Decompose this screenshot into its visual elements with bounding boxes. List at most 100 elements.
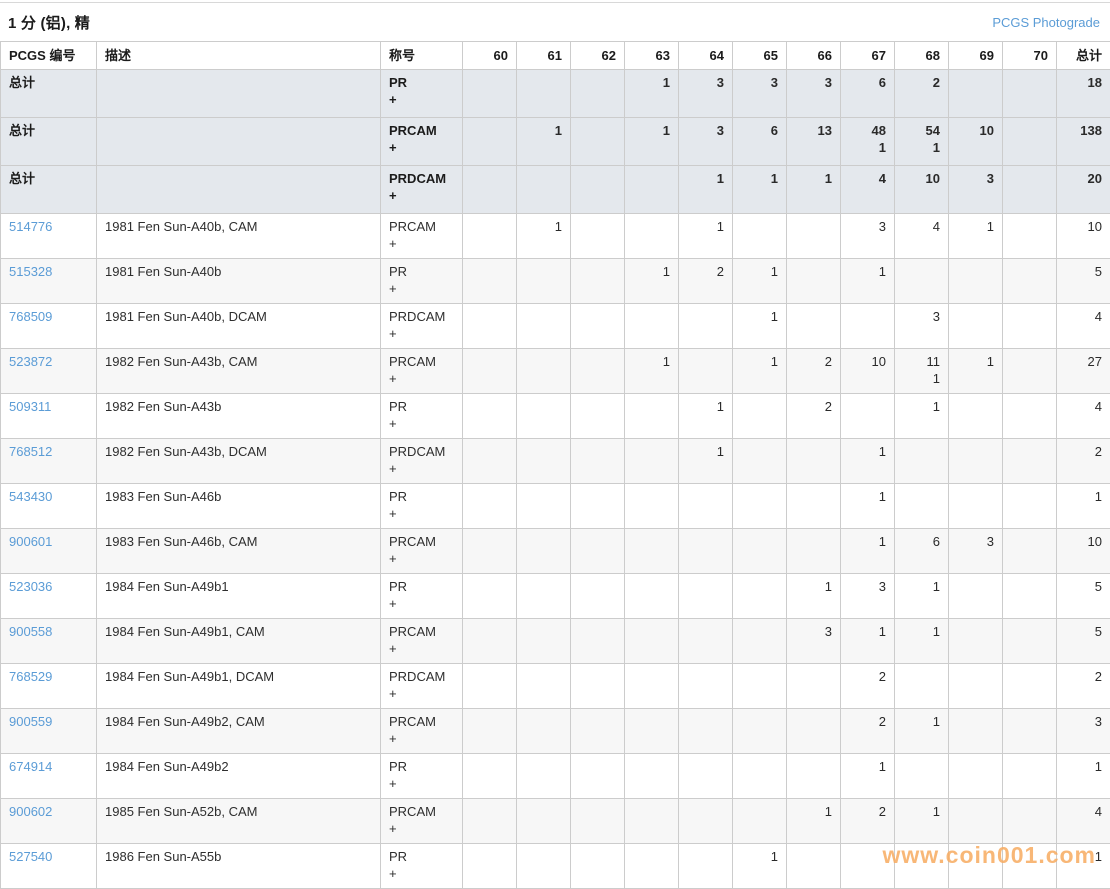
- pcgs-number-link[interactable]: 768512: [9, 444, 52, 459]
- grade-66-cell: [787, 484, 841, 529]
- grade-66-cell: [787, 214, 841, 259]
- grade-67-cell: 4: [841, 166, 895, 214]
- grade-63-cell: [625, 664, 679, 709]
- pcgs-photograde-link[interactable]: PCGS Photograde: [992, 15, 1100, 30]
- grade-count: 1: [741, 263, 778, 280]
- pcgs-number-link[interactable]: 900558: [9, 624, 52, 639]
- grade-count: 1: [525, 122, 562, 139]
- grade-62-cell: [571, 484, 625, 529]
- header-pcgs-number: PCGS 编号: [1, 42, 97, 70]
- grade-62-cell: [571, 529, 625, 574]
- grade-64-cell: 1: [679, 439, 733, 484]
- grade-68-cell: 541: [895, 118, 949, 166]
- grade-count: 3: [957, 533, 994, 550]
- grade-count: 1: [687, 218, 724, 235]
- grade-65-cell: 1: [733, 259, 787, 304]
- coin-row: 5147761981 Fen Sun-A40b, CAMPRCAM+113411…: [1, 214, 1110, 259]
- grade-count: 1: [849, 263, 886, 280]
- grade-65-cell: [733, 394, 787, 439]
- grade-64-cell: [679, 619, 733, 664]
- grade-60-cell: [463, 439, 517, 484]
- total-cell: 10: [1057, 529, 1110, 574]
- header-grade-62: 62: [571, 42, 625, 70]
- grade-count: 2: [795, 398, 832, 415]
- grade-68-cell: [895, 439, 949, 484]
- pcgs-number-cell: 515328: [1, 259, 97, 304]
- coin-row: 5434301983 Fen Sun-A46bPR+11: [1, 484, 1110, 529]
- header-grade-63: 63: [625, 42, 679, 70]
- coin-row: 6749141984 Fen Sun-A49b2PR+11: [1, 754, 1110, 799]
- coin-row: 9006021985 Fen Sun-A52b, CAMPRCAM+1214: [1, 799, 1110, 844]
- pcgs-number-link[interactable]: 900602: [9, 804, 52, 819]
- grade-68-cell: [895, 664, 949, 709]
- total-cell: 2: [1057, 664, 1110, 709]
- pcgs-number-link[interactable]: 768509: [9, 309, 52, 324]
- designation-plus: +: [389, 550, 454, 567]
- pcgs-number-link[interactable]: 900601: [9, 534, 52, 549]
- grade-count: 4: [903, 218, 940, 235]
- grade-64-cell: [679, 754, 733, 799]
- grade-count: 3: [795, 74, 832, 91]
- pcgs-number-link[interactable]: 768529: [9, 669, 52, 684]
- grade-69-cell: [949, 799, 1003, 844]
- grade-63-cell: [625, 439, 679, 484]
- grade-count: 10: [849, 353, 886, 370]
- grade-61-cell: [517, 304, 571, 349]
- grade-70-cell: [1003, 439, 1057, 484]
- grade-count: 1: [795, 803, 832, 820]
- grade-count: 1: [849, 623, 886, 640]
- grade-65-cell: 1: [733, 166, 787, 214]
- grade-count: 10: [957, 122, 994, 139]
- designation-cell: PR+: [381, 574, 463, 619]
- grade-62-cell: [571, 70, 625, 118]
- grade-60-cell: [463, 574, 517, 619]
- grade-count: 1: [633, 263, 670, 280]
- grade-62-cell: [571, 166, 625, 214]
- pcgs-number-link[interactable]: 515328: [9, 264, 52, 279]
- grade-61-cell: [517, 754, 571, 799]
- grade-count: 1: [633, 74, 670, 91]
- designation-plus: +: [389, 730, 454, 747]
- pcgs-number-link[interactable]: 523872: [9, 354, 52, 369]
- grade-count: 1: [741, 353, 778, 370]
- grade-68-cell: 1: [895, 709, 949, 754]
- pcgs-number-link[interactable]: 509311: [9, 399, 51, 414]
- grade-60-cell: [463, 166, 517, 214]
- pcgs-number-link[interactable]: 514776: [9, 219, 52, 234]
- grade-63-cell: [625, 754, 679, 799]
- grade-60-cell: [463, 664, 517, 709]
- designation-plus: +: [389, 685, 454, 702]
- pcgs-number-cell: 768529: [1, 664, 97, 709]
- grade-count: 3: [957, 170, 994, 187]
- grade-63-cell: [625, 304, 679, 349]
- grade-70-cell: [1003, 574, 1057, 619]
- grade-62-cell: [571, 574, 625, 619]
- grade-70-cell: [1003, 709, 1057, 754]
- pcgs-number-cell: 543430: [1, 484, 97, 529]
- designation-label: PRCAM: [389, 218, 454, 235]
- pcgs-number-link[interactable]: 674914: [9, 759, 52, 774]
- grade-count: 6: [903, 533, 940, 550]
- grade-62-cell: [571, 709, 625, 754]
- grade-62-cell: [571, 754, 625, 799]
- designation-label: PR: [389, 848, 454, 865]
- pcgs-number-link[interactable]: 543430: [9, 489, 52, 504]
- designation-plus: +: [389, 865, 454, 882]
- grade-plus-count: 1: [849, 139, 886, 156]
- grade-69-cell: [949, 70, 1003, 118]
- grade-70-cell: [1003, 259, 1057, 304]
- grade-61-cell: [517, 439, 571, 484]
- pcgs-number-link[interactable]: 900559: [9, 714, 52, 729]
- grade-65-cell: 6: [733, 118, 787, 166]
- grade-60-cell: [463, 529, 517, 574]
- grade-63-cell: 1: [625, 259, 679, 304]
- page-header: 1 分 (铝), 精 PCGS Photograde: [0, 3, 1110, 41]
- designation-plus: +: [389, 460, 454, 477]
- designation-cell: PR+: [381, 70, 463, 118]
- pcgs-number-link[interactable]: 523036: [9, 579, 52, 594]
- coin-row: 5093111982 Fen Sun-A43bPR+1214: [1, 394, 1110, 439]
- grade-69-cell: [949, 439, 1003, 484]
- pcgs-number-link[interactable]: 527540: [9, 849, 52, 864]
- grade-65-cell: [733, 799, 787, 844]
- designation-label: PRDCAM: [389, 170, 454, 187]
